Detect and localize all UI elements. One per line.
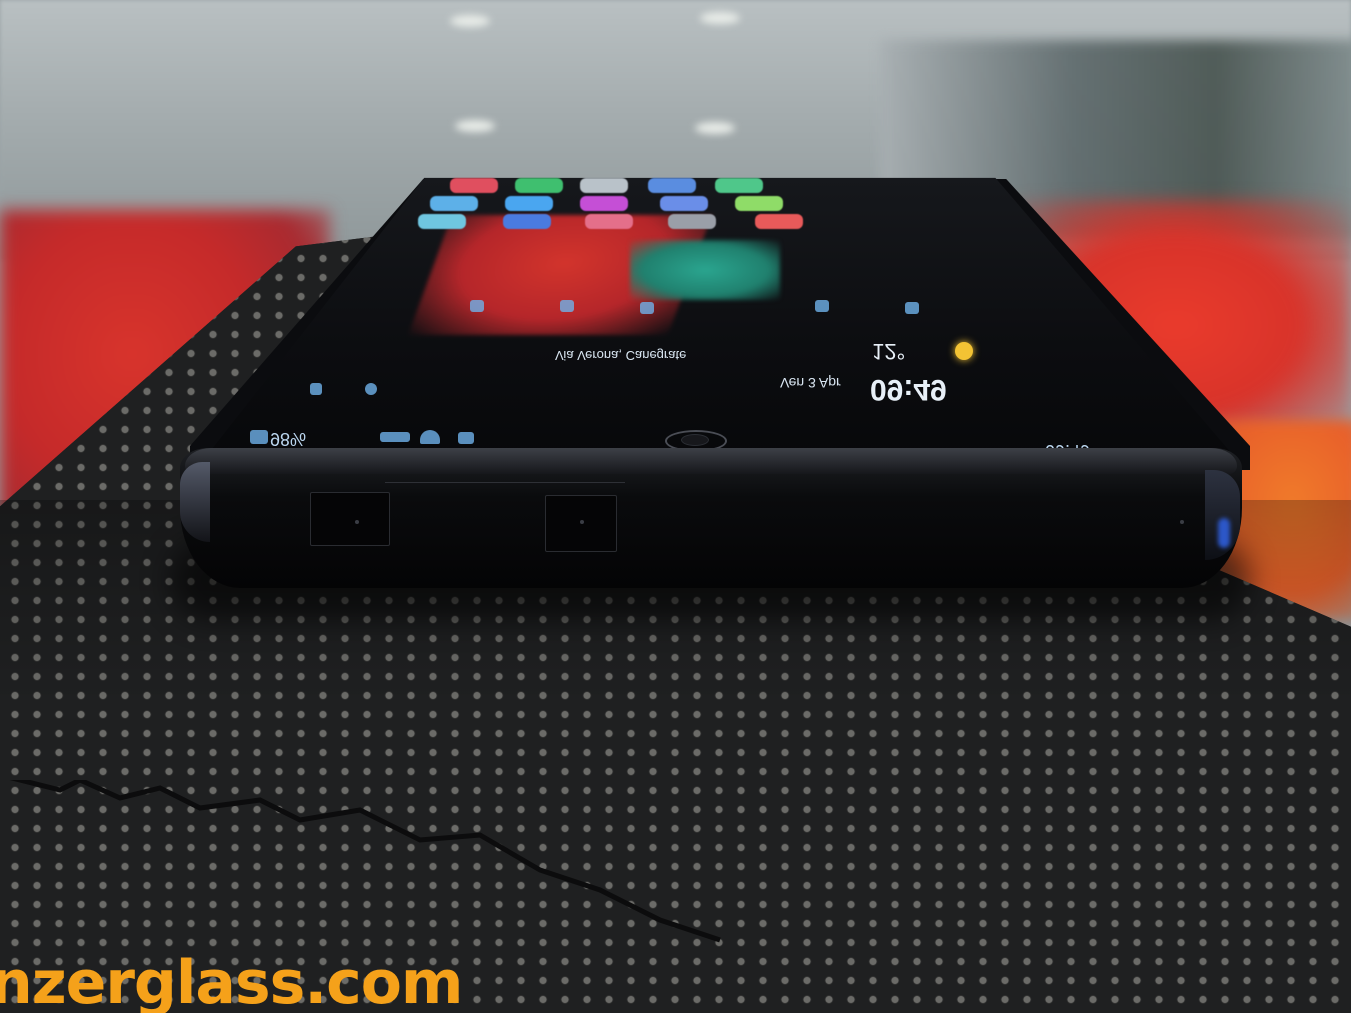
microphone-hole	[355, 520, 359, 524]
app-icon[interactable]	[715, 178, 763, 193]
lock-date: Ven 3 Apr	[780, 375, 841, 391]
temperature: 12°	[872, 339, 906, 364]
app-icon[interactable]	[430, 196, 478, 211]
sun-icon	[955, 342, 973, 360]
fingerprint-sensor	[681, 434, 709, 446]
weather-forecast-icon	[470, 300, 484, 312]
settings-icon	[365, 383, 377, 395]
weather-location: Via Verona, Canegrate	[555, 348, 687, 363]
weather-forecast-icon	[815, 300, 829, 312]
mat-brand-text: nzerglass.com	[0, 948, 463, 1013]
app-icon[interactable]	[668, 214, 716, 229]
app-icon[interactable]	[580, 196, 628, 211]
signal-icon	[380, 432, 410, 442]
app-icon[interactable]	[503, 214, 551, 229]
app-icon[interactable]	[735, 196, 783, 211]
app-icon[interactable]	[755, 214, 803, 229]
app-icon[interactable]	[515, 178, 563, 193]
frame-seam	[385, 482, 625, 495]
battery-percent: 98%	[270, 429, 307, 449]
wifi-icon	[420, 430, 440, 444]
app-icon[interactable]	[648, 178, 696, 193]
wallpaper-teal-shape	[630, 240, 780, 300]
app-icon[interactable]	[660, 196, 708, 211]
battery-icon	[250, 430, 268, 444]
edit-icon	[310, 383, 322, 395]
weather-forecast-icon	[560, 300, 574, 312]
lock-clock: 09:49	[870, 373, 947, 406]
app-icon[interactable]	[505, 196, 553, 211]
weather-forecast-icon	[905, 302, 919, 314]
app-icon[interactable]	[580, 178, 628, 193]
photo-scene: nzerglass.com 12° Via Verona, Canegrate …	[0, 0, 1351, 1013]
mute-icon	[458, 432, 474, 444]
ceiling-light	[695, 122, 735, 134]
ceiling-light	[455, 120, 495, 132]
speaker-grille	[310, 492, 390, 546]
phone-frame-rim	[185, 448, 1237, 474]
ceiling-light	[450, 15, 490, 27]
app-icon[interactable]	[418, 214, 466, 229]
frame-reflection	[1218, 518, 1230, 548]
weather-forecast-icon	[640, 302, 654, 314]
microphone-hole	[580, 520, 584, 524]
ceiling-light	[700, 12, 740, 24]
app-icon[interactable]	[450, 178, 498, 193]
app-icon[interactable]	[585, 214, 633, 229]
microphone-hole	[1180, 520, 1184, 524]
